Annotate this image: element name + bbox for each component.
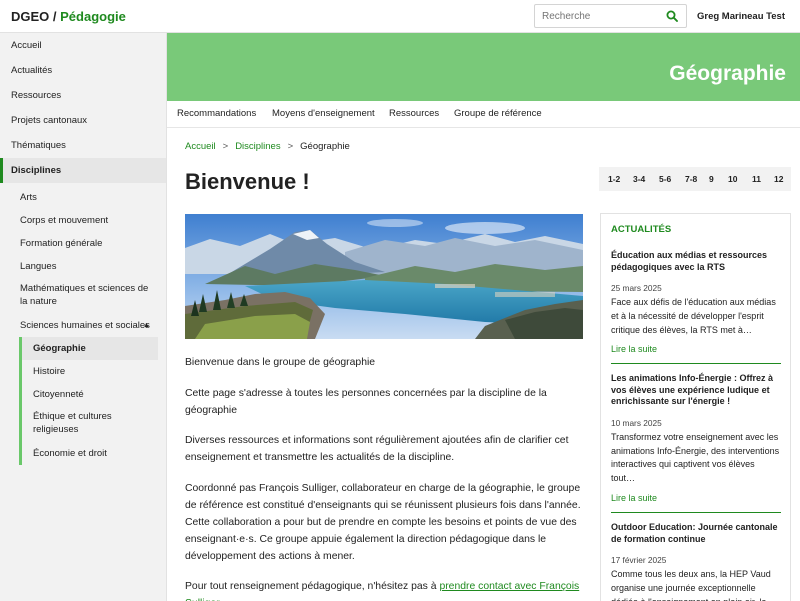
sidebar-subsub-histoire[interactable]: Histoire [22, 360, 166, 383]
sidebar-item-actualites[interactable]: Actualités [0, 58, 166, 83]
search-input[interactable] [535, 5, 660, 27]
breadcrumb-separator: > [287, 141, 294, 152]
news-title[interactable]: Les animations Info-Énergie : Offrez à v… [611, 373, 781, 408]
news-item: Les animations Info-Énergie : Offrez à v… [611, 373, 781, 514]
article-body: Bienvenue dans le groupe de géographie C… [185, 354, 583, 601]
news-date: 17 février 2025 [611, 555, 667, 566]
grade-10[interactable]: 10 [728, 174, 737, 184]
article-paragraph: Diverses ressources et informations sont… [185, 435, 569, 463]
brand-logo[interactable]: DGEO / Pédagogie [11, 9, 126, 24]
news-excerpt: Transformez votre enseignement avec les … [611, 431, 780, 484]
breadcrumb: Accueil > Disciplines > Géographie [185, 141, 350, 152]
sidebar-subsub-group: Géographie Histoire Citoyenneté Éthique … [19, 337, 166, 465]
read-more-link[interactable]: Lire la suite [611, 493, 781, 503]
sidebar-subsub-citoyennete[interactable]: Citoyenneté [22, 383, 166, 406]
sidebar-sub-langues[interactable]: Langues [0, 255, 166, 278]
sidebar-subsub-geographie[interactable]: Géographie [22, 337, 158, 360]
grade-filter: 1-2 3-4 5-6 7-8 9 10 11 12 [599, 167, 791, 191]
breadcrumb-current: Géographie [300, 141, 350, 152]
article-paragraph: Pour tout renseignement pédagogique, n'h… [185, 578, 583, 601]
news-item: Éducation aux médias et ressources pédag… [611, 250, 781, 365]
article-paragraph: Bienvenue dans le groupe de géographie [185, 357, 376, 368]
sidebar-sub-formation-generale[interactable]: Formation générale [0, 232, 166, 255]
breadcrumb-separator: > [222, 141, 229, 152]
brand-main: DGEO [11, 9, 50, 24]
subnav-moyens-enseignement[interactable]: Moyens d'enseignement [272, 108, 375, 119]
banner-title: Géographie [669, 62, 786, 85]
subnav-ressources[interactable]: Ressources [389, 108, 439, 119]
sidebar-item-disciplines[interactable]: Disciplines [0, 158, 166, 183]
top-bar: DGEO / Pédagogie Greg Marineau Test [0, 0, 800, 33]
subnav-recommandations[interactable]: Recommandations [177, 108, 256, 119]
news-date: 25 mars 2025 [611, 283, 662, 293]
news-heading: ACTUALITÉS [611, 224, 672, 235]
read-more-link[interactable]: Lire la suite [611, 344, 781, 354]
news-excerpt: Comme tous les deux ans, la HEP Vaud org… [611, 569, 775, 601]
sidebar-subsub-ethique[interactable]: Éthique et cultures religieuses [22, 406, 166, 442]
sidebar-sub-corps-et-mouvement[interactable]: Corps et mouvement [0, 209, 166, 232]
page-banner: Géographie [167, 33, 800, 101]
user-menu[interactable]: Greg Marineau Test [697, 11, 785, 22]
breadcrumb-home[interactable]: Accueil [185, 141, 216, 152]
sidebar-sub-label: Sciences humaines et sociales [20, 320, 150, 331]
news-title[interactable]: Outdoor Education: Journée cantonale de … [611, 522, 781, 545]
hero-landscape-image [185, 214, 583, 339]
news-title[interactable]: Éducation aux médias et ressources pédag… [611, 250, 781, 273]
search-box [534, 4, 687, 28]
search-icon[interactable] [666, 10, 678, 22]
sidebar-item-thematiques[interactable]: Thématiques [0, 133, 166, 158]
article-paragraph: Cette page s'adresse à toutes les person… [185, 387, 547, 416]
sidebar-item-ressources[interactable]: Ressources [0, 83, 166, 108]
sub-navigation: Recommandations Moyens d'enseignement Re… [167, 101, 800, 128]
news-item: Outdoor Education: Journée cantonale de … [611, 522, 781, 601]
article-paragraph: Coordonné pas François Sulliger, collabo… [185, 482, 581, 562]
sidebar-subsub-economie-droit[interactable]: Économie et droit [22, 442, 166, 465]
news-panel: ACTUALITÉS Éducation aux médias et resso… [600, 213, 791, 601]
brand-separator: / [49, 9, 61, 24]
grade-3-4[interactable]: 3-4 [633, 174, 645, 184]
news-excerpt: Face aux défis de l'éducation aux médias… [611, 297, 776, 335]
grade-5-6[interactable]: 5-6 [659, 174, 671, 184]
sidebar-sub-arts[interactable]: Arts [0, 186, 166, 209]
grade-7-8[interactable]: 7-8 [685, 174, 697, 184]
sidebar-item-projets-cantonaux[interactable]: Projets cantonaux [0, 108, 166, 133]
breadcrumb-disciplines[interactable]: Disciplines [235, 141, 280, 152]
grade-9[interactable]: 9 [709, 174, 714, 184]
contact-text: Pour tout renseignement pédagogique, n'h… [185, 581, 440, 592]
sidebar-sub-sciences-humaines[interactable]: Sciences humaines et sociales ▲ [0, 314, 166, 337]
page-title: Bienvenue ! [185, 169, 310, 194]
subnav-groupe-reference[interactable]: Groupe de référence [454, 108, 542, 119]
brand-sub: Pédagogie [60, 9, 126, 24]
grade-1-2[interactable]: 1-2 [608, 174, 620, 184]
sidebar-sub-math-sciences[interactable]: Mathématiques et sciences de la nature [0, 278, 166, 314]
grade-11[interactable]: 11 [752, 174, 761, 184]
sidebar: Accueil Actualités Ressources Projets ca… [0, 33, 167, 601]
chevron-up-icon[interactable]: ▲ [143, 314, 150, 337]
news-date: 10 mars 2025 [611, 417, 662, 428]
sidebar-item-accueil[interactable]: Accueil [0, 33, 166, 58]
grade-12[interactable]: 12 [774, 174, 783, 184]
